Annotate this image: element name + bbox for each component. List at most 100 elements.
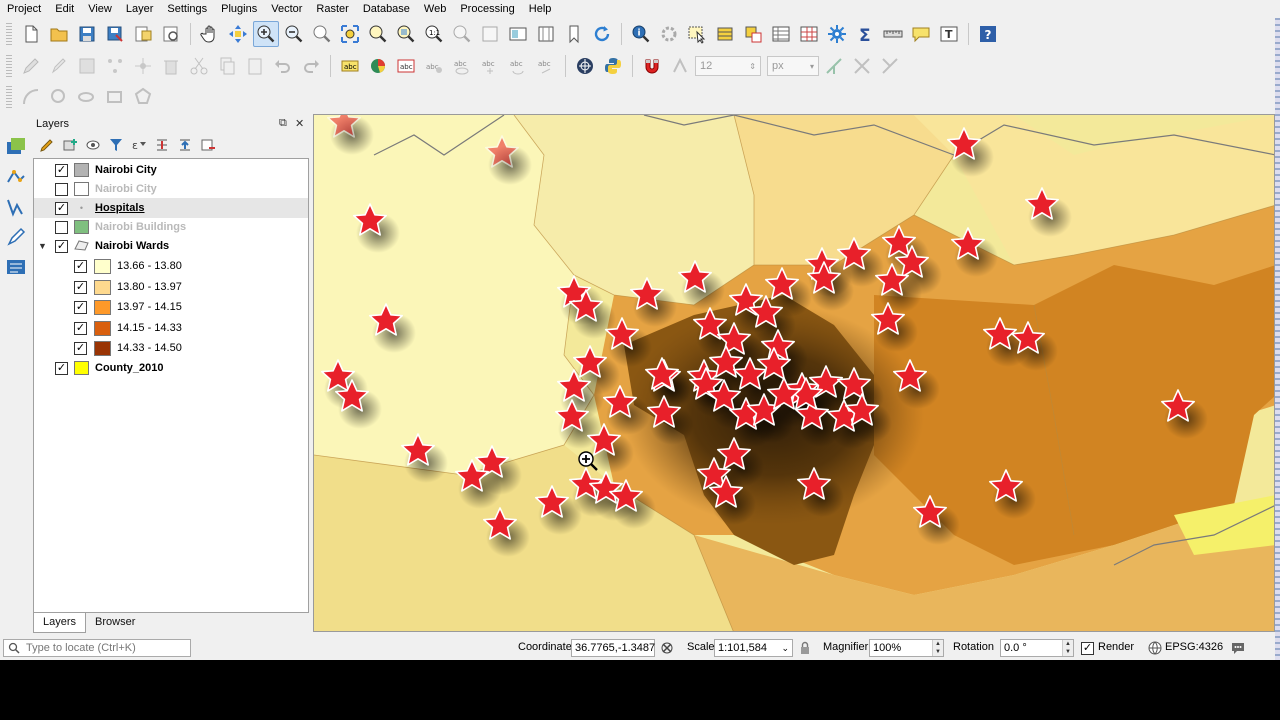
zoom-next-icon[interactable] bbox=[477, 21, 503, 47]
change-label-icon[interactable]: abc bbox=[533, 53, 559, 79]
add-vector-layer-icon[interactable] bbox=[3, 164, 29, 190]
open-layer-styling-icon[interactable] bbox=[37, 135, 57, 155]
close-panel-button[interactable]: ✕ bbox=[295, 117, 304, 130]
crs-label[interactable]: EPSG:4326 bbox=[1165, 641, 1223, 653]
toggle-editing-icon[interactable] bbox=[46, 53, 72, 79]
copy-icon[interactable] bbox=[214, 53, 240, 79]
undo-icon[interactable] bbox=[270, 53, 296, 79]
menu-plugins[interactable]: Plugins bbox=[214, 0, 264, 18]
delete-selected-icon[interactable] bbox=[158, 53, 184, 79]
add-delimited-text-icon[interactable] bbox=[3, 194, 29, 220]
layer-row[interactable]: Nairobi City bbox=[34, 179, 308, 199]
text-annotation-icon[interactable]: T bbox=[936, 21, 962, 47]
legend-item[interactable]: ✓ 14.15 - 14.33 bbox=[34, 318, 308, 338]
scale-combobox[interactable]: 1:101,584 ⌄ bbox=[714, 639, 793, 657]
layer-row[interactable]: ▼ ✓ Nairobi Wards bbox=[34, 236, 308, 256]
zoom-to-layer-icon[interactable] bbox=[393, 21, 419, 47]
zoom-out-icon[interactable] bbox=[281, 21, 307, 47]
menu-view[interactable]: View bbox=[81, 0, 119, 18]
layer-visibility-checkbox[interactable]: ✓ bbox=[55, 201, 68, 215]
expand-all-icon[interactable] bbox=[152, 135, 172, 155]
bookmark-icon[interactable] bbox=[561, 21, 587, 47]
layer-diagram-icon[interactable] bbox=[365, 53, 391, 79]
refresh-icon[interactable] bbox=[589, 21, 615, 47]
statistics-icon[interactable] bbox=[796, 21, 822, 47]
tab-browser[interactable]: Browser bbox=[86, 613, 144, 633]
pan-to-selection-icon[interactable] bbox=[225, 21, 251, 47]
legend-item[interactable]: ✓ 14.33 - 14.50 bbox=[34, 338, 308, 358]
add-rectangle-icon[interactable] bbox=[102, 84, 128, 110]
layer-visibility-checkbox[interactable] bbox=[55, 220, 68, 234]
remove-layer-icon[interactable] bbox=[198, 135, 218, 155]
sum-icon[interactable]: Σ bbox=[852, 21, 878, 47]
coordinate-field[interactable]: 36.7765,-1.3487 bbox=[571, 639, 655, 657]
layer-row[interactable]: Nairobi Buildings bbox=[34, 217, 308, 237]
legend-item[interactable]: ✓ 13.97 - 14.15 bbox=[34, 297, 308, 317]
layer-visibility-checkbox[interactable]: ✓ bbox=[55, 239, 68, 253]
menu-layer[interactable]: Layer bbox=[119, 0, 161, 18]
menu-edit[interactable]: Edit bbox=[48, 0, 81, 18]
digitize-icon[interactable] bbox=[3, 224, 29, 250]
float-panel-button[interactable]: ⧉ bbox=[279, 117, 287, 130]
pan-hand-icon[interactable] bbox=[197, 21, 223, 47]
layer-visibility-checkbox[interactable] bbox=[55, 182, 68, 196]
zoom-last-icon[interactable] bbox=[449, 21, 475, 47]
legend-item[interactable]: ✓ 13.80 - 13.97 bbox=[34, 277, 308, 297]
toolbar-grip[interactable] bbox=[6, 23, 12, 45]
toggle-extents-icon[interactable] bbox=[659, 640, 675, 656]
add-circle-icon[interactable] bbox=[46, 84, 72, 110]
add-wms-layer-icon[interactable] bbox=[3, 254, 29, 280]
topological-editing-icon[interactable] bbox=[821, 53, 847, 79]
select-by-value-icon[interactable] bbox=[712, 21, 738, 47]
save-project-icon[interactable] bbox=[74, 21, 100, 47]
magnifier-spinbox[interactable]: 100% ▲ ▼ bbox=[869, 639, 944, 657]
georeferencer-icon[interactable] bbox=[572, 53, 598, 79]
filter-legend-icon[interactable] bbox=[106, 135, 126, 155]
pin-labels-icon[interactable]: abc bbox=[421, 53, 447, 79]
snapping-tolerance-spinbox[interactable]: 12 ⇕ bbox=[695, 56, 761, 76]
zoom-native-icon[interactable]: 1:1 bbox=[421, 21, 447, 47]
layout-manager-icon[interactable] bbox=[158, 21, 184, 47]
label-tool-icon[interactable]: abc bbox=[337, 53, 363, 79]
temporal-icon[interactable] bbox=[533, 21, 559, 47]
legend-class-checkbox[interactable]: ✓ bbox=[74, 300, 87, 314]
select-features-icon[interactable] bbox=[684, 21, 710, 47]
toolbar-grip[interactable] bbox=[6, 86, 12, 108]
rotation-spinbox[interactable]: 0.0 ° ▲ ▼ bbox=[1000, 639, 1074, 657]
actions-icon[interactable] bbox=[656, 21, 682, 47]
identify-icon[interactable]: i bbox=[628, 21, 654, 47]
toolbar-grip[interactable] bbox=[6, 55, 12, 77]
edits-pencil-icon[interactable] bbox=[18, 53, 44, 79]
add-circular-string-icon[interactable] bbox=[18, 84, 44, 110]
messages-icon[interactable] bbox=[1230, 640, 1246, 656]
add-regular-polygon-icon[interactable] bbox=[130, 84, 156, 110]
measure-icon[interactable] bbox=[880, 21, 906, 47]
layer-visibility-checkbox[interactable]: ✓ bbox=[55, 163, 68, 177]
menu-settings[interactable]: Settings bbox=[160, 0, 214, 18]
menu-database[interactable]: Database bbox=[356, 0, 417, 18]
layer-visibility-checkbox[interactable]: ✓ bbox=[55, 361, 68, 375]
lock-icon[interactable] bbox=[797, 640, 813, 656]
vertex-tool-icon[interactable] bbox=[130, 53, 156, 79]
legend-item[interactable]: ✓ 13.66 - 13.80 bbox=[34, 256, 308, 276]
highlight-label-icon[interactable]: abc bbox=[393, 53, 419, 79]
zoom-full-icon[interactable] bbox=[337, 21, 363, 47]
locator-search-input[interactable]: Type to locate (Ctrl+K) bbox=[3, 639, 191, 657]
menu-project[interactable]: Project bbox=[0, 0, 48, 18]
menu-help[interactable]: Help bbox=[522, 0, 559, 18]
save-edits-icon[interactable] bbox=[74, 53, 100, 79]
layer-row[interactable]: ✓ Nairobi City bbox=[34, 160, 308, 180]
map-canvas[interactable] bbox=[313, 114, 1275, 632]
add-group-icon[interactable] bbox=[60, 135, 80, 155]
show-hide-labels-icon[interactable]: abc bbox=[449, 53, 475, 79]
menu-raster[interactable]: Raster bbox=[309, 0, 355, 18]
python-icon[interactable] bbox=[600, 53, 626, 79]
save-as-icon[interactable] bbox=[102, 21, 128, 47]
tracing-icon[interactable] bbox=[877, 53, 903, 79]
zoom-rubberband-icon[interactable] bbox=[309, 21, 335, 47]
snapping-magnet-icon[interactable] bbox=[639, 53, 665, 79]
tolerance-unit-select[interactable]: px ▾ bbox=[767, 56, 819, 76]
new-project-icon[interactable] bbox=[18, 21, 44, 47]
legend-class-checkbox[interactable]: ✓ bbox=[74, 259, 87, 273]
layer-row-selected[interactable]: ✓ • Hospitals bbox=[34, 198, 308, 218]
